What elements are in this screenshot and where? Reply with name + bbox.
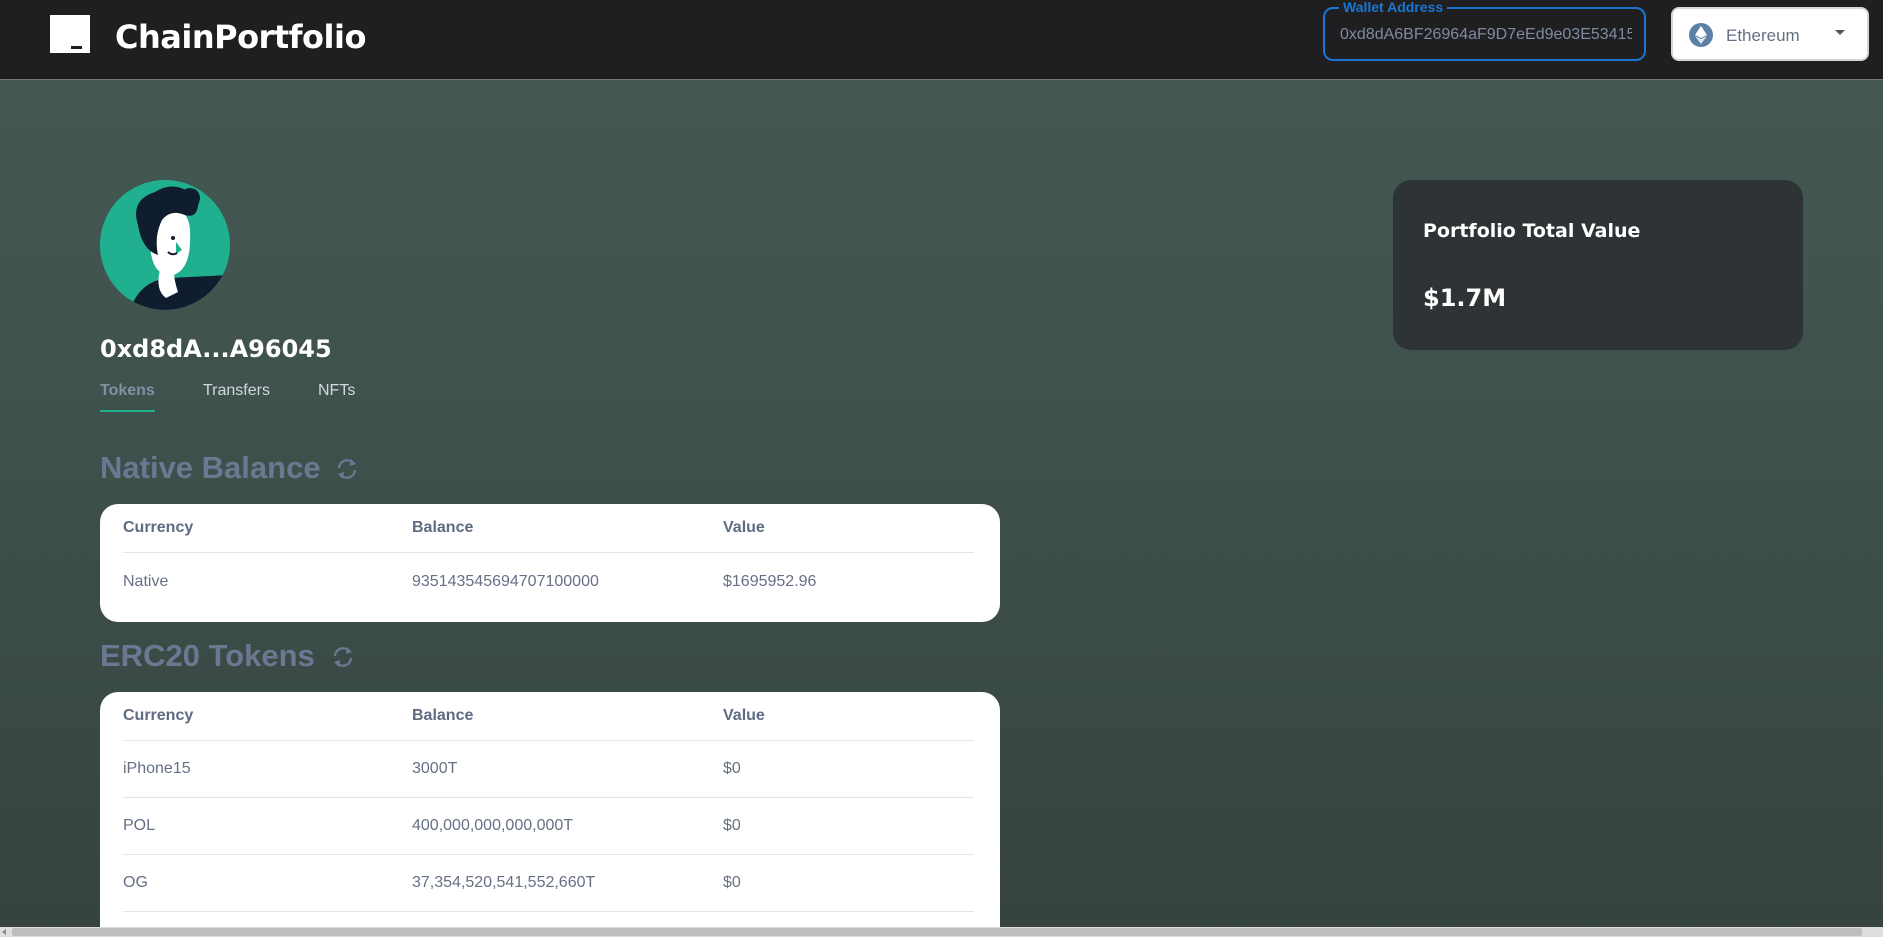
native-balance-table: Currency Balance Value Native 9351435456…: [100, 504, 1000, 622]
table-row: OG 37,354,520,541,552,660T $0: [123, 855, 974, 912]
wallet-address-field[interactable]: Wallet Address: [1323, 0, 1646, 61]
refresh-icon[interactable]: [334, 456, 360, 482]
wallet-address-short: 0xd8dA...A96045: [100, 335, 332, 363]
tab-tokens[interactable]: Tokens: [100, 382, 155, 412]
horizontal-scrollbar[interactable]: [0, 927, 1883, 937]
erc20-tokens-table: Currency Balance Value iPhone15 3000T $0…: [100, 692, 1000, 937]
value-cell: $0: [723, 874, 741, 891]
tab-nfts[interactable]: NFTs: [318, 382, 355, 410]
tab-transfers[interactable]: Transfers: [203, 382, 270, 410]
avatar: [100, 180, 230, 310]
wallet-address-label: Wallet Address: [1339, 0, 1448, 14]
scrollbar-thumb[interactable]: [12, 928, 1862, 936]
column-header-value: Value: [723, 707, 765, 724]
currency-cell: OG: [123, 874, 148, 891]
column-header-balance: Balance: [412, 707, 474, 724]
currency-cell: iPhone15: [123, 760, 191, 777]
balance-cell: 3000T: [412, 760, 458, 777]
app-title[interactable]: ChainPortfolio: [115, 18, 366, 56]
table-header-row: Currency Balance Value: [123, 504, 974, 553]
network-label: Ethereum: [1726, 26, 1800, 45]
app-logo-icon[interactable]: [50, 15, 90, 53]
column-header-balance: Balance: [412, 519, 474, 536]
top-header: ChainPortfolio Wallet Address Ethereum: [0, 0, 1883, 80]
wallet-address-input[interactable]: [1340, 26, 1632, 44]
table-row: Native 935143545694707100000 $1695952.96: [123, 553, 974, 610]
table-header-row: Currency Balance Value: [123, 692, 974, 741]
column-header-currency: Currency: [123, 707, 194, 724]
table-row: iPhone15 3000T $0: [123, 741, 974, 798]
native-balance-title: Native Balance: [100, 450, 321, 485]
balance-cell: 400,000,000,000,000T: [412, 817, 574, 834]
chevron-down-icon: [1835, 30, 1845, 35]
currency-cell: Native: [123, 572, 169, 590]
refresh-icon[interactable]: [330, 644, 356, 670]
value-cell: $0: [723, 760, 741, 777]
erc20-tokens-title: ERC20 Tokens: [100, 638, 315, 673]
portfolio-total-title: Portfolio Total Value: [1423, 220, 1641, 242]
scroll-left-arrow-icon[interactable]: [2, 929, 6, 935]
portfolio-total-card: Portfolio Total Value $1.7M: [1393, 180, 1803, 350]
portfolio-total-value: $1.7M: [1423, 284, 1507, 312]
currency-cell: POL: [123, 817, 156, 834]
balance-cell: 37,354,520,541,552,660T: [412, 874, 596, 891]
column-header-value: Value: [723, 519, 765, 536]
value-cell: $0: [723, 817, 741, 834]
balance-cell: 935143545694707100000: [412, 572, 599, 590]
ethereum-icon: [1689, 23, 1713, 47]
table-row: POL 400,000,000,000,000T $0: [123, 798, 974, 855]
network-select[interactable]: Ethereum: [1671, 7, 1869, 61]
column-header-currency: Currency: [123, 519, 194, 536]
value-cell: $1695952.96: [723, 572, 817, 590]
